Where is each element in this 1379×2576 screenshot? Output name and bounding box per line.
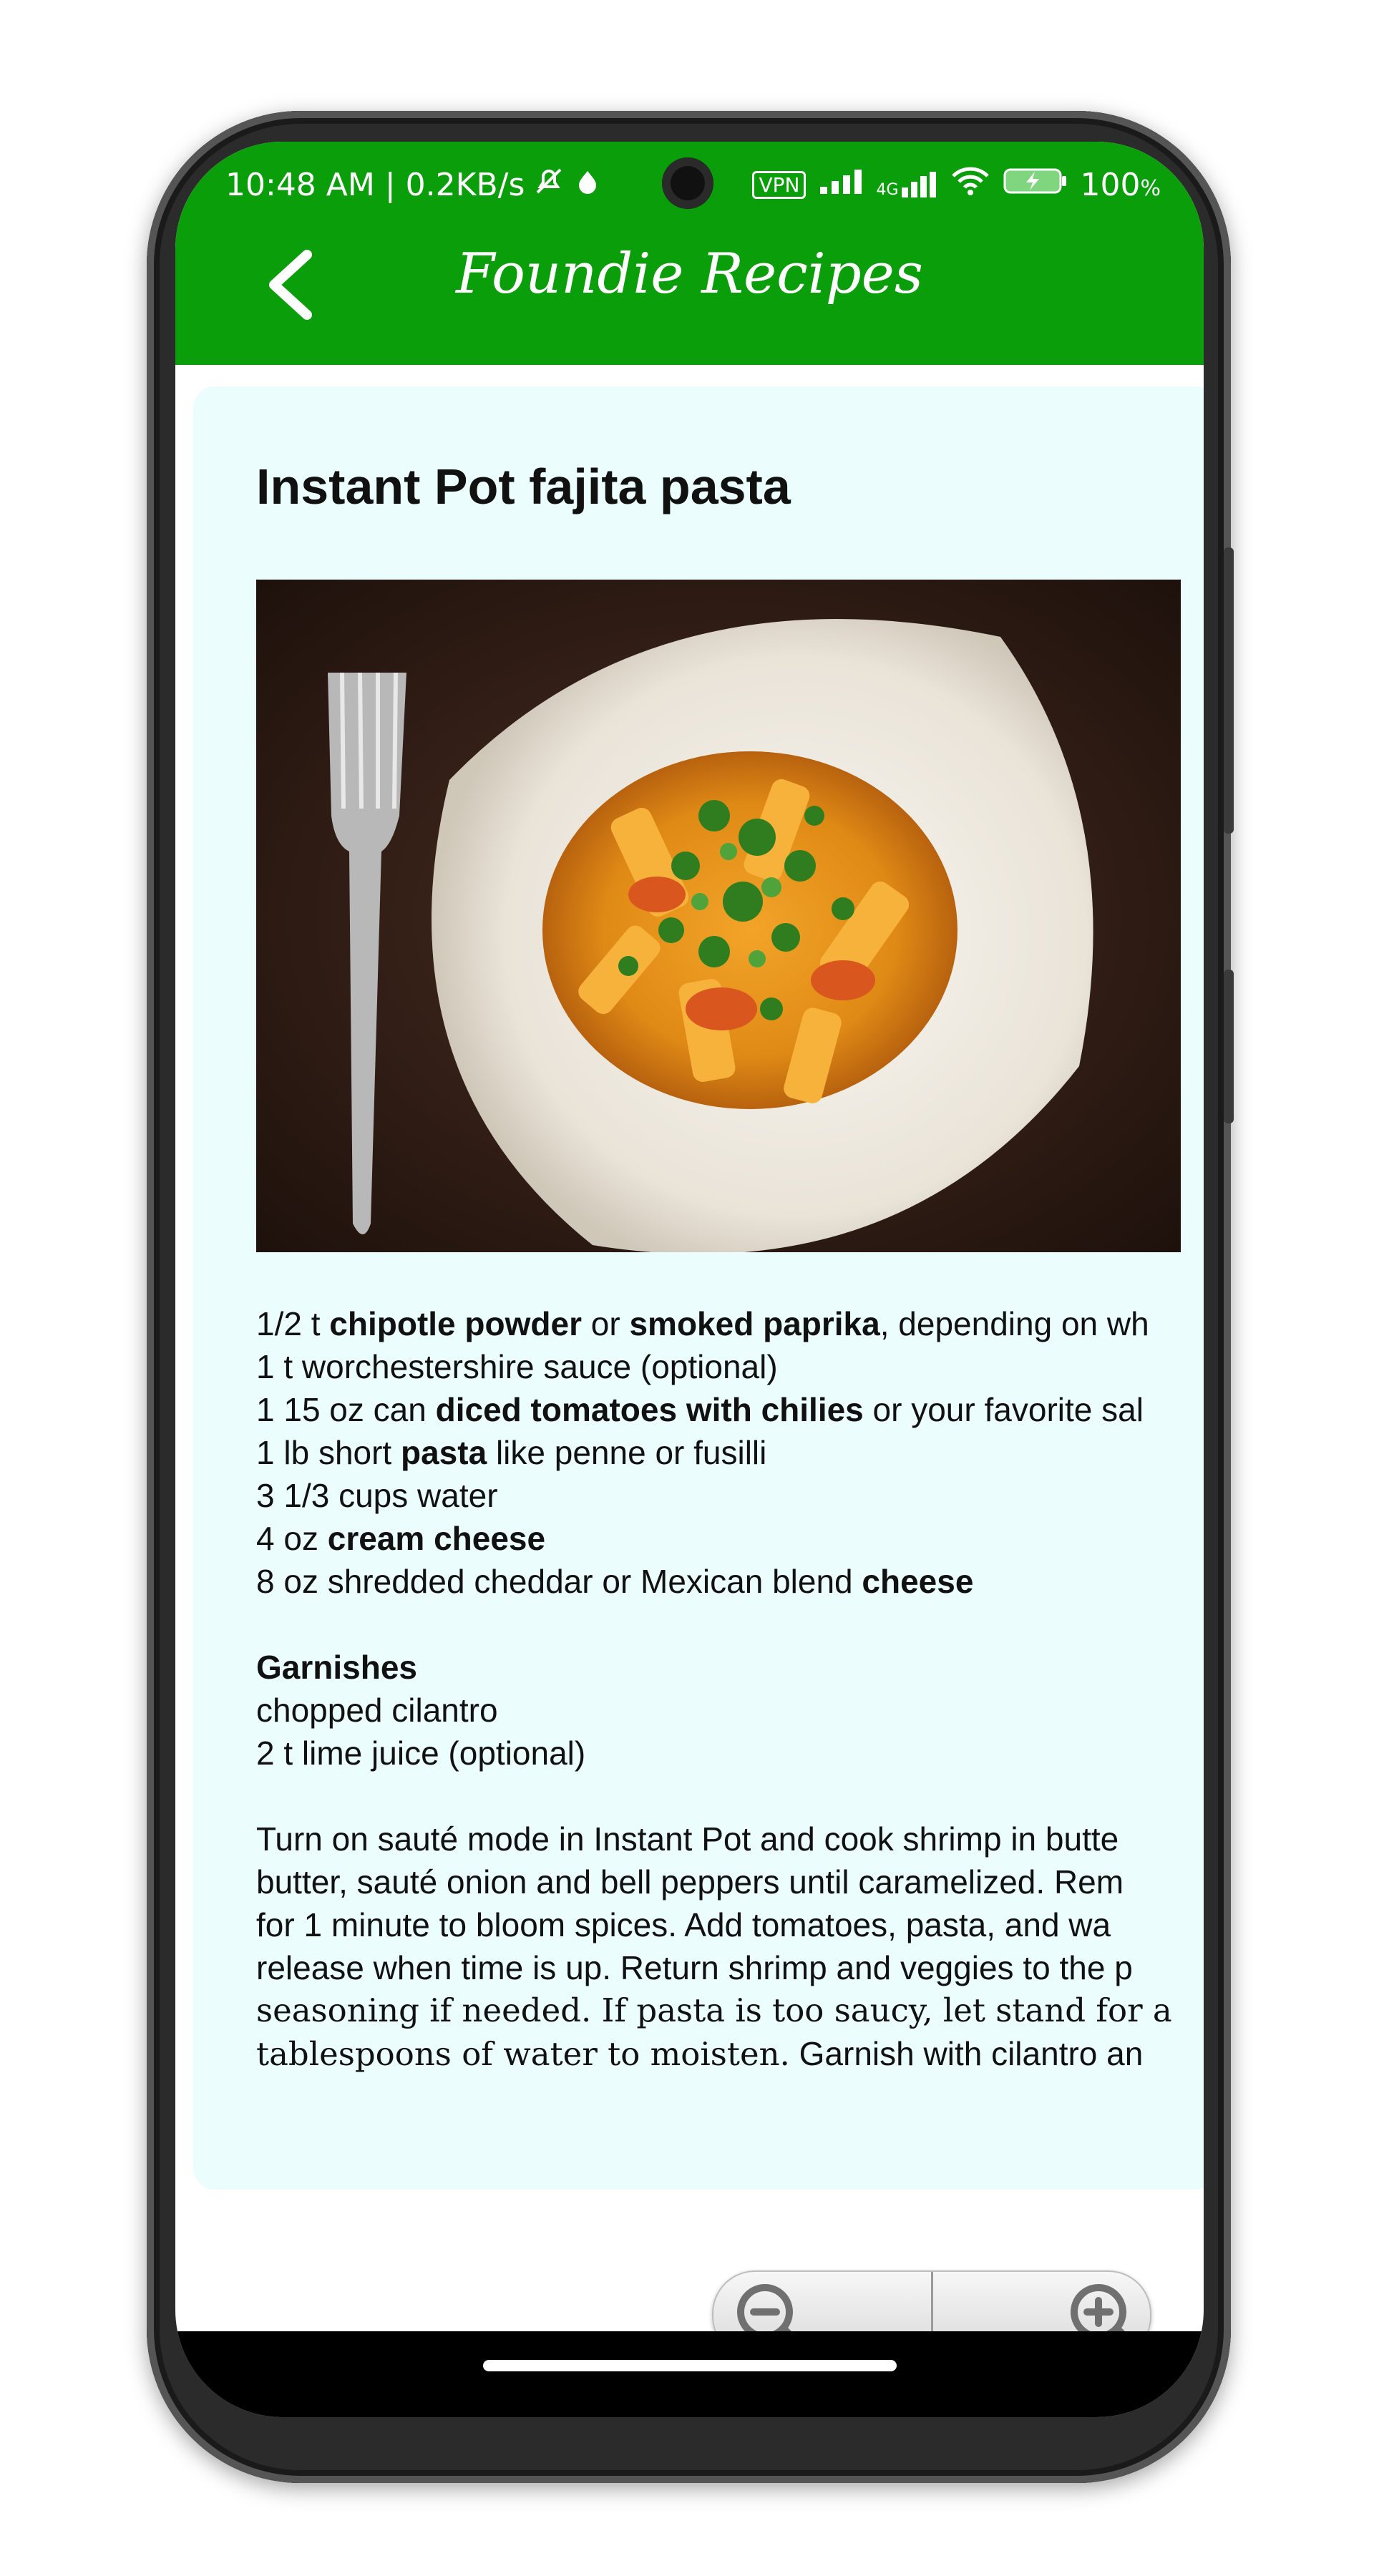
ingredient-text: 8 oz shredded cheddar or Mexican blend (256, 1563, 862, 1600)
ingredient-text: 1/2 t (256, 1305, 330, 1342)
ingredient-highlight: pasta (401, 1434, 487, 1471)
muted-bell-icon (533, 165, 565, 205)
ingredient-highlight: diced tomatoes with chilies (435, 1391, 864, 1428)
ingredient-highlight: cream cheese (327, 1520, 546, 1557)
ingredient-highlight: chipotle powder (329, 1305, 582, 1342)
ingredient-text: 4 oz (256, 1520, 328, 1557)
ingredient-highlight: smoked paprika (629, 1305, 880, 1342)
app-title: Foundie Recipes (456, 242, 923, 306)
ingredient-line: 3 1/3 cups water (256, 1474, 1204, 1517)
signal-4g-icon: 4G (876, 170, 937, 199)
ingredient-text: 1 t worchestershire sauce (optional) (256, 1348, 778, 1385)
garnishes-heading: Garnishes (256, 1649, 417, 1686)
list-item: 2 t lime juice (optional) (256, 1735, 586, 1772)
ingredient-text: or (581, 1305, 630, 1342)
ingredients-list: 1/2 t chipotle powder or smoked paprika,… (256, 1302, 1204, 1603)
list-item: chopped cilantro (256, 1692, 498, 1729)
app-bar: 10:48 AM | 0.2KB/s VPN 4G 100% Foundie R… (175, 142, 1204, 365)
ingredient-text: 3 1/3 cups water (256, 1477, 498, 1514)
ingredient-text: like penne or fusilli (487, 1434, 767, 1471)
ingredient-highlight: cheese (862, 1563, 974, 1600)
signal-icon (819, 167, 863, 203)
instruction-line-serif-part: tablespoons of water to moisten. (256, 2035, 790, 2073)
recipe-card: Instant Pot fajita pasta 1/2 t chipotle … (193, 386, 1204, 2190)
wifi-icon (950, 166, 990, 204)
ingredient-line: 1 t worchestershire sauce (optional) (256, 1345, 1204, 1388)
instruction-line-rest: Garnish with cilantro an (789, 2035, 1144, 2072)
ingredient-line: 1 15 oz can diced tomatoes with chilies … (256, 1388, 1204, 1431)
recipe-body: 1/2 t chipotle powder or smoked paprika,… (256, 1302, 1204, 2075)
instruction-line: release when time is up. Return shrimp a… (256, 1949, 1133, 1986)
recipe-title: Instant Pot fajita pasta (256, 459, 791, 514)
ingredient-line: 1 lb short pasta like penne or fusilli (256, 1431, 1204, 1474)
notification-drop-icon (573, 167, 602, 203)
battery-icon (1003, 165, 1068, 205)
ingredient-line: 1/2 t chipotle powder or smoked paprika,… (256, 1302, 1204, 1345)
system-nav-bar (175, 2331, 1204, 2417)
front-camera (662, 157, 713, 209)
recipe-photo (256, 580, 1181, 1252)
vpn-icon: VPN (752, 170, 807, 199)
home-indicator[interactable] (483, 2360, 897, 2371)
ingredient-text: 1 lb short (256, 1434, 401, 1471)
instruction-line: tablespoons of water to moisten. Garnish… (256, 2032, 1204, 2075)
power-button (1224, 547, 1234, 834)
ingredient-text: 1 15 oz can (256, 1391, 436, 1428)
instruction-line: seasoning if needed. If pasta is too sau… (256, 1991, 1172, 2029)
ingredient-text: or your favorite sal (863, 1391, 1144, 1428)
instruction-line: for 1 minute to bloom spices. Add tomato… (256, 1906, 1111, 1943)
ingredient-text: , depending on wh (879, 1305, 1149, 1342)
ingredient-line: 8 oz shredded cheddar or Mexican blend c… (256, 1560, 1204, 1603)
status-time-speed: 10:48 AM | 0.2KB/s (225, 166, 525, 203)
volume-button (1224, 970, 1234, 1123)
battery-level: 100% (1080, 166, 1161, 203)
ingredient-line: 4 oz cream cheese (256, 1517, 1204, 1560)
instruction-line: Turn on sauté mode in Instant Pot and co… (256, 1820, 1119, 1858)
screen: 10:48 AM | 0.2KB/s VPN 4G 100% Foundie R… (175, 142, 1204, 2417)
instruction-line: butter, sauté onion and bell peppers unt… (256, 1863, 1124, 1901)
